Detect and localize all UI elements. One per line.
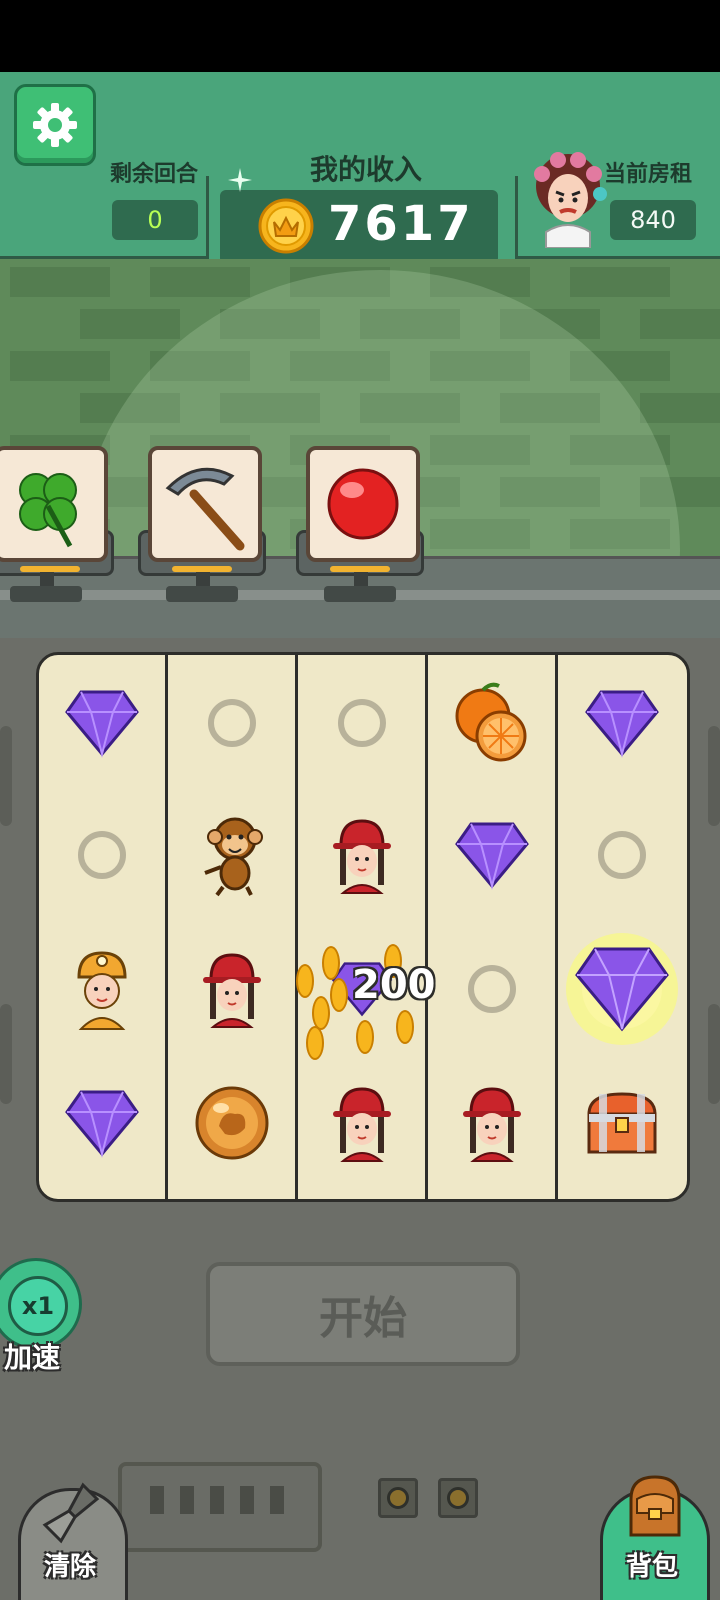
coin-icon bbox=[322, 946, 340, 980]
gear-icon bbox=[33, 103, 77, 147]
orange-icon bbox=[455, 682, 527, 762]
clear-button[interactable] bbox=[18, 1482, 128, 1600]
column-divider bbox=[295, 655, 298, 1199]
board-cell[interactable] bbox=[169, 657, 295, 789]
pedestal-base bbox=[10, 586, 82, 602]
column-divider bbox=[425, 655, 428, 1199]
pedestal-base bbox=[166, 586, 238, 602]
coin-icon bbox=[356, 1020, 374, 1054]
side-tab bbox=[708, 1004, 720, 1104]
income-label: 我的收入 bbox=[310, 153, 423, 186]
board-cell[interactable] bbox=[559, 657, 685, 789]
board-cell[interactable] bbox=[559, 1057, 685, 1189]
brush-icon bbox=[42, 1482, 100, 1544]
pedestal-base bbox=[324, 586, 396, 602]
machine-knob bbox=[378, 1478, 418, 1518]
board-cell[interactable] bbox=[169, 923, 295, 1055]
coin-icon bbox=[306, 1026, 324, 1060]
rent-label: 当前房租 bbox=[604, 162, 693, 187]
side-tab bbox=[708, 726, 720, 826]
landlady-avatar bbox=[534, 152, 607, 248]
rent-value: 840 bbox=[610, 200, 696, 240]
rounds-value: 0 bbox=[112, 200, 198, 240]
backpack-icon bbox=[629, 1475, 681, 1537]
board-cell[interactable] bbox=[39, 1057, 165, 1189]
start-button[interactable]: 开始 bbox=[206, 1262, 520, 1366]
purple-gem-icon bbox=[585, 690, 659, 758]
column-divider bbox=[165, 655, 168, 1199]
speed-label: 加速 bbox=[4, 1341, 61, 1374]
empty-slot-icon bbox=[208, 699, 256, 747]
purple-gem-icon bbox=[65, 690, 139, 758]
board-cell[interactable] bbox=[429, 1057, 555, 1189]
board-cell[interactable] bbox=[39, 923, 165, 1055]
board-cell[interactable] bbox=[169, 1057, 295, 1189]
red-hat-girl-icon bbox=[463, 1087, 521, 1162]
slot-board bbox=[36, 652, 690, 1202]
income-value: 7617 bbox=[328, 196, 474, 252]
machine-slot bbox=[270, 1486, 284, 1514]
speed-multiplier[interactable]: x1 bbox=[8, 1276, 68, 1336]
bag-label: 背包 bbox=[625, 1552, 678, 1582]
machine-slot bbox=[180, 1486, 194, 1514]
red-hat-girl-icon bbox=[203, 953, 261, 1028]
coin-icon bbox=[296, 964, 314, 998]
coin-icon bbox=[312, 996, 330, 1030]
pickaxe-icon bbox=[165, 467, 245, 551]
coin-icon bbox=[330, 978, 348, 1012]
settings-button[interactable] bbox=[14, 84, 96, 166]
machine-slot bbox=[210, 1486, 224, 1514]
clover-icon bbox=[19, 473, 77, 548]
bonus-popup: 200 bbox=[352, 962, 436, 1008]
empty-slot-icon bbox=[468, 965, 516, 1013]
empty-slot-icon bbox=[598, 831, 646, 879]
empty-slot-icon bbox=[338, 699, 386, 747]
board-cell[interactable] bbox=[559, 789, 685, 921]
item-card-clover[interactable] bbox=[0, 446, 108, 562]
status-bar bbox=[0, 0, 720, 72]
board-cell[interactable] bbox=[429, 923, 555, 1055]
miner-icon bbox=[77, 951, 127, 1030]
machine-slot bbox=[240, 1486, 254, 1514]
column-divider bbox=[555, 655, 558, 1199]
side-tab bbox=[0, 1004, 12, 1104]
board-cell[interactable] bbox=[39, 657, 165, 789]
glowing-purple-gem-icon bbox=[566, 933, 678, 1045]
board-cell[interactable] bbox=[169, 789, 295, 921]
purple-gem-icon bbox=[65, 1090, 139, 1158]
game-screen: 剩余回合 0 我的收入 7617 当前房租 840 200 开始 x1 加速 清… bbox=[0, 0, 720, 1600]
treasure-chest-icon bbox=[587, 1092, 657, 1154]
board-cell-highlighted[interactable] bbox=[559, 923, 685, 1055]
board-cell[interactable] bbox=[429, 789, 555, 921]
board-cell[interactable] bbox=[429, 657, 555, 789]
red-orb-icon bbox=[327, 468, 399, 540]
sparkle-icon bbox=[228, 168, 252, 192]
pedestal-stand bbox=[354, 572, 368, 586]
machine-knob bbox=[438, 1478, 478, 1518]
monkey-icon bbox=[204, 817, 263, 897]
board-cell[interactable] bbox=[299, 1057, 425, 1189]
side-tab bbox=[0, 726, 12, 826]
rounds-label: 剩余回合 bbox=[110, 162, 199, 187]
purple-gem-icon bbox=[455, 822, 529, 890]
coin-icon bbox=[396, 1010, 414, 1044]
bag-button[interactable] bbox=[600, 1475, 710, 1600]
item-card-pickaxe[interactable] bbox=[148, 446, 262, 562]
empty-slot-icon bbox=[78, 831, 126, 879]
amber-orb-icon bbox=[195, 1086, 269, 1160]
board-cell[interactable] bbox=[299, 789, 425, 921]
pedestal-stand bbox=[196, 572, 210, 586]
red-hat-girl-icon bbox=[333, 1087, 391, 1162]
board-cell[interactable] bbox=[39, 789, 165, 921]
machine-slot bbox=[150, 1486, 164, 1514]
board-cell[interactable] bbox=[299, 657, 425, 789]
item-card-red-orb[interactable] bbox=[306, 446, 420, 562]
pedestal-stand bbox=[40, 572, 54, 586]
red-hat-girl-icon bbox=[333, 819, 391, 894]
gold-coin-icon bbox=[258, 198, 314, 254]
clear-label: 清除 bbox=[43, 1552, 96, 1582]
